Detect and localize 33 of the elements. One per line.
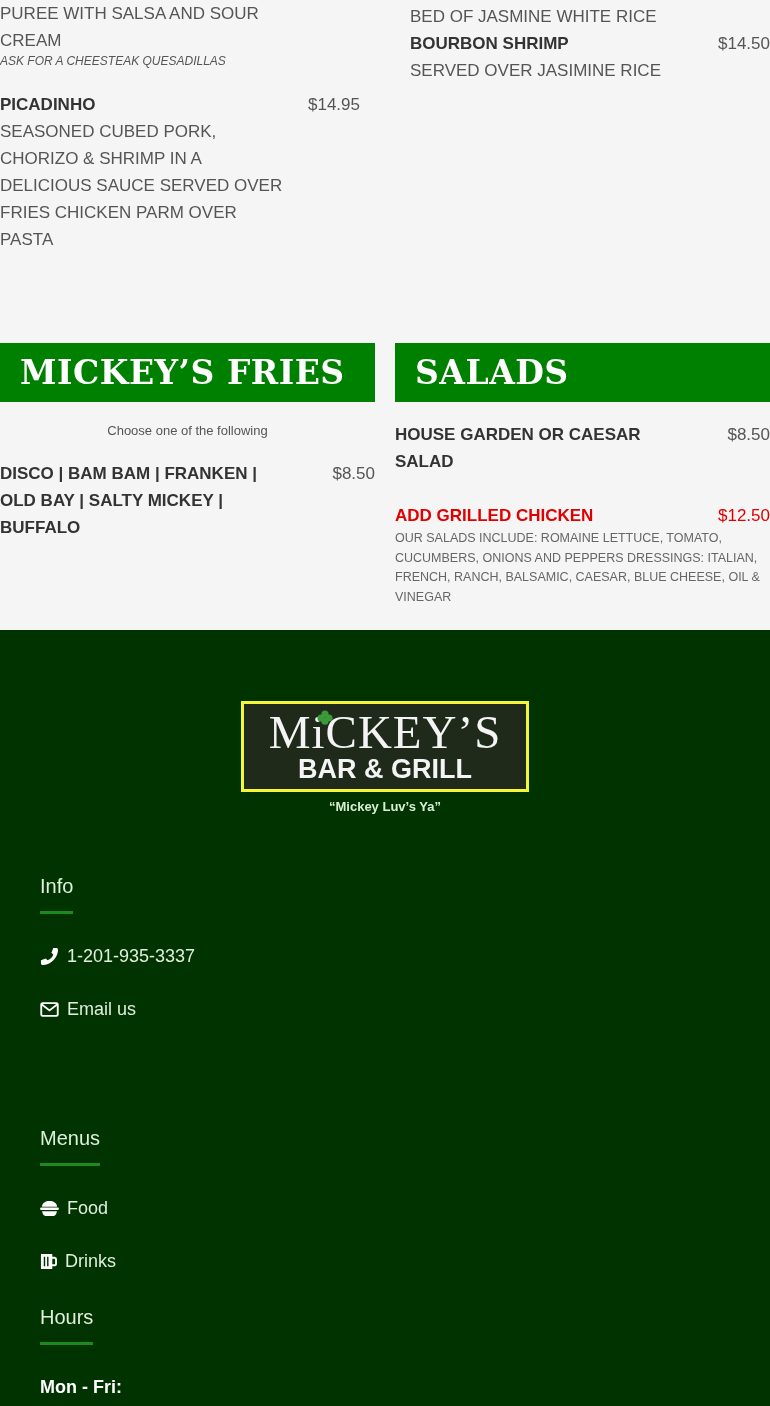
footer-link[interactable]: Email us xyxy=(40,997,137,1021)
item-description: PUREE WITH SALSA AND SOUR CREAM xyxy=(0,3,260,52)
phone-icon xyxy=(40,946,59,966)
widget-heading: Hours xyxy=(40,1305,94,1345)
item-name: DISCO | BAM BAM | FRANKEN | OLD BAY | SALTY MICKEY | BUFFALO xyxy=(0,463,258,539)
item-price: $14.50 xyxy=(718,33,770,55)
section-title: SALADS xyxy=(415,353,569,392)
item-price: $12.50 xyxy=(718,505,770,527)
beer-mug-icon xyxy=(40,1252,57,1270)
footer-link[interactable]: Drinks xyxy=(40,1249,116,1273)
item-description: BED OF JASMINE WHITE RICE xyxy=(410,6,658,28)
footer-link[interactable]: Food xyxy=(40,1196,109,1220)
tagline: “Mickey Luv’s Ya” xyxy=(328,798,442,816)
item-name: HOUSE GARDEN OR CAESAR SALAD xyxy=(395,424,642,473)
section-title: MICKEY’S FRIES xyxy=(20,353,345,392)
item-description: SERVED OVER JASIMINE RICE xyxy=(410,60,662,82)
salad-info: OUR SALADS INCLUDE: ROMAINE LETTUCE, TOMATO, CUCUMBERS, ONIONS AND PEPPERS DRESSINGS: ITALIAN, FRENCH, RANCH, BALSAMIC, CAESAR, BLUE CHEESE, OIL & VINEGAR xyxy=(395,530,761,606)
item-price: $14.95 xyxy=(308,94,360,116)
item-name: BOURBON SHRIMP xyxy=(410,33,569,55)
logo[interactable]: MiCKEY’S BAR & GRILL xyxy=(241,701,529,792)
phone-link[interactable]: 1-201-935-3337 xyxy=(40,944,196,968)
item-price: $8.50 xyxy=(727,424,770,446)
section-intro: Choose one of the following xyxy=(106,422,269,440)
widget-heading: Menus xyxy=(40,1126,101,1166)
widget-heading: Info xyxy=(40,874,74,914)
envelope-icon xyxy=(40,1001,59,1017)
burger-icon xyxy=(40,1200,59,1216)
hours-label: Mon - Fri: xyxy=(40,1376,123,1399)
item-description: SEASONED CUBED PORK, CHORIZO & SHRIMP IN A DELICIOUS SAUCE SERVED OVER FRIES CHICKEN PARM OVER PASTA xyxy=(0,121,284,251)
item-price: $8.50 xyxy=(332,463,375,485)
addon-name: ADD GRILLED CHICKEN xyxy=(395,505,594,527)
item-name: PICADINHO xyxy=(0,94,96,116)
menu-note: ASK FOR A CHEESTEAK QUESADILLAS xyxy=(0,54,227,69)
